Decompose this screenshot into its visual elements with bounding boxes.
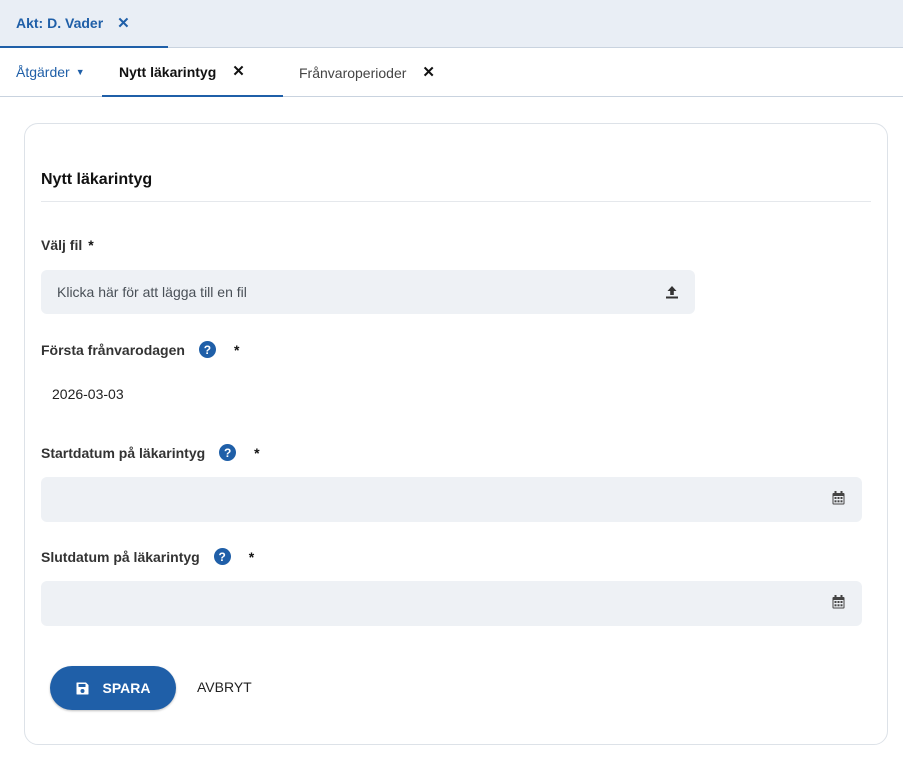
file-label: Välj fil [41, 237, 83, 253]
required-mark: * [233, 341, 240, 358]
file-placeholder: Klicka här för att lägga till en fil [57, 284, 247, 300]
actions-label: Åtgärder [16, 64, 70, 80]
tab-label: Nytt läkarintyg [119, 63, 217, 80]
form-card: Nytt läkarintyg Välj fil * Klicka här fö… [24, 123, 888, 745]
cancel-button[interactable]: AVBRYT [197, 679, 252, 695]
file-label-row: Välj fil * [41, 237, 94, 253]
divider [41, 201, 871, 202]
file-picker[interactable]: Klicka här för att lägga till en fil [41, 270, 695, 314]
required-mark: * [248, 548, 255, 565]
close-icon[interactable]: ✕ [117, 16, 130, 31]
sub-tab-bar: Åtgärder ▼ Nytt läkarintyg ✕ Frånvaroper… [0, 48, 903, 97]
tab-akt[interactable]: Akt: D. Vader ✕ [0, 0, 168, 48]
tab-label: Frånvaroperioder [299, 64, 407, 81]
close-icon[interactable]: ✕ [422, 65, 435, 80]
start-date-label: Startdatum på läkarintyg [41, 444, 206, 461]
first-absence-value: 2026-03-03 [52, 386, 124, 402]
tab-nytt-lakarintyg[interactable]: Nytt läkarintyg ✕ [102, 48, 283, 97]
close-icon[interactable]: ✕ [232, 64, 245, 79]
tab-akt-label: Akt: D. Vader [16, 15, 104, 31]
save-button[interactable]: SPARA [50, 666, 176, 710]
start-date-label-row: Startdatum på läkarintyg ? * [41, 444, 260, 461]
document-tab-bar: Akt: D. Vader ✕ [0, 0, 903, 48]
form-title: Nytt läkarintyg [41, 171, 153, 188]
required-mark: * [254, 444, 260, 461]
end-date-input[interactable] [41, 581, 862, 626]
first-absence-label: Första frånvarodagen [41, 341, 185, 358]
calendar-icon[interactable] [832, 595, 845, 614]
help-icon[interactable]: ? [198, 341, 216, 358]
calendar-icon[interactable] [832, 491, 845, 510]
save-label: SPARA [102, 680, 151, 696]
upload-icon [665, 285, 679, 299]
tab-franvaroperioder[interactable]: Frånvaroperioder ✕ [299, 48, 435, 97]
required-mark: * [88, 237, 94, 253]
end-date-label-row: Slutdatum på läkarintyg ? * [41, 548, 254, 565]
floppy-disk-icon [76, 682, 89, 695]
chevron-down-icon: ▼ [75, 67, 85, 77]
start-date-input[interactable] [41, 477, 862, 522]
actions-dropdown[interactable]: Åtgärder ▼ [16, 48, 85, 96]
help-icon[interactable]: ? [213, 548, 231, 565]
first-absence-label-row: Första frånvarodagen ? * [41, 341, 239, 358]
end-date-label: Slutdatum på läkarintyg [41, 548, 200, 565]
help-icon[interactable]: ? [219, 444, 237, 461]
